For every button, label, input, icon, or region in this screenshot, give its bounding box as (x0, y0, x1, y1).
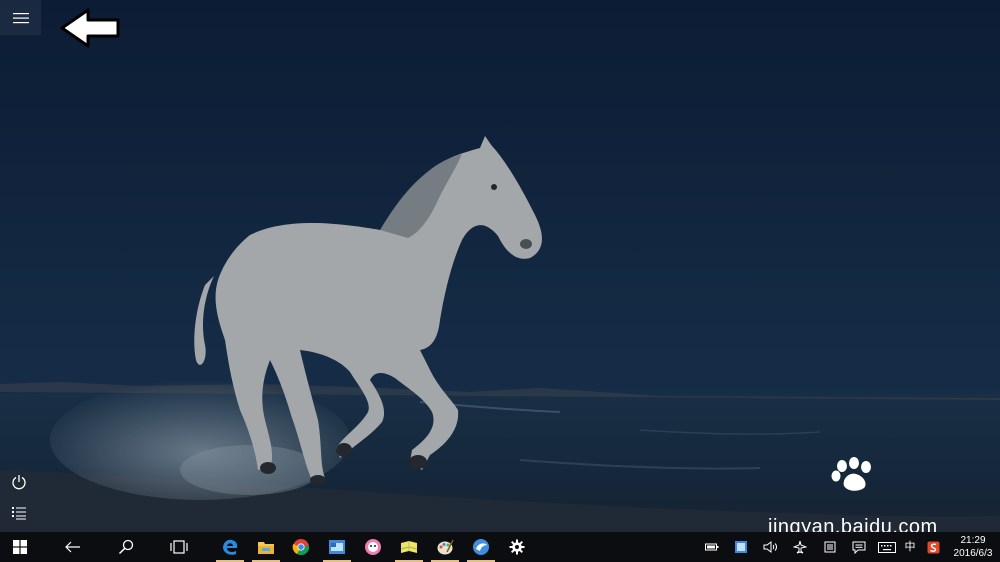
app-window-icon (329, 540, 345, 554)
gear-icon (509, 539, 525, 555)
tray-ime-indicator[interactable]: 中 (900, 532, 920, 562)
hamburger-menu-icon (12, 12, 29, 23)
tray-app[interactable] (731, 532, 751, 562)
taskbar-app-edge[interactable] (213, 532, 247, 562)
folder-icon (258, 542, 274, 554)
taskbar-app-file-explorer[interactable] (249, 532, 283, 562)
left-arrow-icon (60, 8, 120, 48)
tray-clock[interactable]: 21:29 2016/6/3 (948, 534, 998, 560)
taskbar: 中 21:29 2016/6/3 (0, 532, 1000, 562)
all-apps-list-icon (12, 507, 26, 520)
tray-app-icon (735, 541, 747, 553)
power-icon (12, 475, 26, 490)
volume-icon (763, 541, 777, 553)
keyboard-icon (878, 541, 896, 553)
tray-sogou-input[interactable] (923, 532, 943, 562)
paint-icon (437, 539, 454, 555)
search-button[interactable] (109, 532, 143, 562)
action-center-icon (852, 541, 866, 554)
airplane-icon (793, 540, 807, 554)
hamburger-menu-button[interactable] (0, 0, 41, 35)
taskbar-app-settings[interactable] (500, 532, 534, 562)
tray-tablet-mode[interactable] (820, 532, 840, 562)
task-view-button[interactable] (162, 532, 196, 562)
search-icon (118, 539, 134, 555)
paw-icon (831, 457, 871, 491)
taskbar-app-chrome[interactable] (284, 532, 318, 562)
tray-action-center[interactable] (849, 532, 869, 562)
tablet-icon (824, 541, 836, 553)
clock-date: 2016/6/3 (953, 548, 993, 559)
tray-touch-keyboard[interactable] (876, 532, 898, 562)
chrome-icon (292, 539, 310, 556)
taskbar-app-qq[interactable] (356, 532, 390, 562)
all-apps-button[interactable] (0, 498, 38, 528)
tray-airplane-mode[interactable] (790, 532, 810, 562)
clock-time: 21:29 (960, 535, 986, 546)
tray-volume[interactable] (761, 532, 781, 562)
edge-icon (223, 539, 238, 555)
tray-battery[interactable] (702, 532, 722, 562)
qq-icon (365, 539, 381, 555)
notes-icon (400, 541, 418, 553)
taskbar-app-paint[interactable] (428, 532, 462, 562)
back-button[interactable] (56, 532, 90, 562)
battery-icon (705, 543, 719, 551)
desktop-wallpaper (0, 0, 1000, 532)
taskbar-app-window[interactable] (320, 532, 354, 562)
sogou-input-icon (927, 541, 939, 553)
task-view-icon (170, 540, 188, 554)
start-button[interactable] (3, 532, 37, 562)
windows-logo-icon (13, 540, 27, 554)
baidu-logo (766, 456, 986, 516)
sogou-browser-icon (473, 539, 489, 555)
taskbar-app-notes[interactable] (392, 532, 426, 562)
power-button[interactable] (0, 467, 38, 497)
taskbar-app-sogou[interactable] (464, 532, 498, 562)
back-arrow-icon (65, 541, 80, 553)
